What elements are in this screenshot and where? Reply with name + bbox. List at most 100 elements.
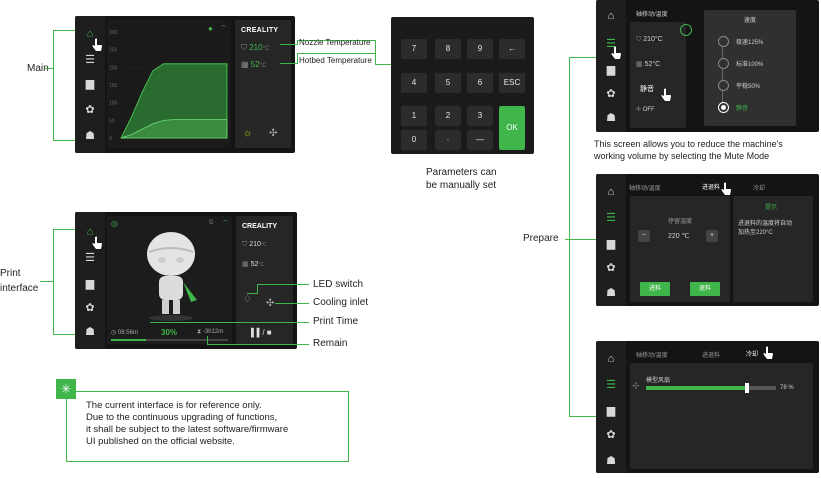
speed-radio-1[interactable]	[718, 58, 729, 69]
prepare-icon[interactable]: ☰	[83, 252, 97, 264]
folder-icon[interactable]: ▆	[604, 238, 618, 250]
speed-option-label-1: 标准100%	[736, 62, 764, 68]
prepare-label: Prepare	[523, 233, 559, 244]
fan-value: 78 %	[780, 385, 794, 391]
speed-option-label-3: 静音	[736, 106, 749, 112]
tab-axis-temp[interactable]: 轴移动/温度	[629, 183, 661, 192]
print-label-2: interface	[0, 283, 39, 294]
speed-radio-2[interactable]	[718, 80, 729, 91]
temp-value[interactable]: 220 ℃	[668, 232, 690, 240]
refresh-icon[interactable]: ◎	[111, 219, 118, 228]
prepare-icon[interactable]: ☰	[604, 379, 618, 391]
mute-sidebar: ⌂ ☰ ▆ ✿ ☗	[596, 0, 626, 132]
temperature-chart: 300 250 200 150 100 50 0	[109, 30, 228, 142]
bulb-icon: ●	[208, 24, 213, 33]
bed-temp-print[interactable]: ▦ 52°C	[242, 260, 264, 268]
pause-stop-button[interactable]: ▌▌/ ■	[251, 328, 272, 337]
temp-plus-button[interactable]: +	[706, 230, 718, 242]
folder-icon[interactable]: ▆	[83, 78, 97, 90]
params-label-1: Parameters can	[426, 167, 497, 178]
mute-left-panel: ⛉ 210°C ▦ 52°C 静音 ✣ OFF	[630, 22, 686, 128]
cool-sidebar: ⌂ ☰ ▆ ✿ ☗	[596, 341, 626, 473]
settings-icon[interactable]: ✿	[83, 302, 97, 314]
key-9[interactable]: 9	[467, 39, 493, 59]
key-6[interactable]: 6	[467, 73, 493, 93]
bed-temp-main[interactable]: ▦ 52°C	[241, 60, 266, 69]
mute-screen: ⌂ ☰ ▆ ✿ ☗ 轴移动/温度 ⛉ 210°C ▦ 52°C 静音 ✣ OFF…	[596, 0, 819, 132]
user-icon[interactable]: ☗	[604, 112, 618, 124]
cooling-fan-icon[interactable]: ✣	[266, 298, 274, 309]
settings-icon[interactable]: ✿	[83, 104, 97, 116]
key-4[interactable]: 4	[401, 73, 427, 93]
key-0[interactable]: 0	[401, 130, 427, 150]
bed-mute-value: 52°C	[644, 61, 661, 68]
fan-off-toggle[interactable]: ✣ OFF	[636, 106, 655, 113]
led-switch-icon[interactable]: ♢	[243, 294, 252, 305]
key-minus[interactable]: —	[467, 130, 493, 150]
key-8[interactable]: 8	[435, 39, 461, 59]
user-icon[interactable]: ☗	[604, 287, 618, 299]
mute-mode-button[interactable]: 静音	[640, 84, 654, 94]
y-tick-label: 50	[109, 118, 115, 124]
remain-time: ⧗ -3h12m	[197, 329, 223, 336]
user-icon[interactable]: ☗	[83, 326, 97, 338]
key-1[interactable]: 1	[401, 106, 427, 126]
key-backspace[interactable]: ←	[499, 39, 525, 59]
toggle-knob[interactable]	[680, 24, 692, 36]
print-time-label: Print Time	[313, 316, 359, 327]
params-label-2: be manually set	[426, 180, 497, 191]
info-panel: CREALITY ⛉ 210°C ▦ 52°C ☼ ✣	[235, 20, 291, 148]
feed-out-button[interactable]: 退料	[690, 282, 720, 296]
tab-axis-temp[interactable]: 轴移动/温度	[636, 9, 668, 18]
bed-temp-mute[interactable]: ▦ 52°C	[636, 60, 660, 68]
ok-key[interactable]: OK	[499, 106, 525, 150]
fan-slider-track[interactable]	[646, 383, 776, 393]
note-line-4: UI published on the official website.	[86, 436, 235, 447]
nozzle-temp-print[interactable]: ⛉ 210°C	[242, 241, 267, 249]
user-icon[interactable]: ☗	[604, 455, 618, 467]
mute-caption-2: working volume by selecting the Mute Mod…	[594, 151, 770, 161]
nozzle-temp-value: 210	[249, 43, 263, 52]
fan-icon[interactable]: ✣	[269, 128, 277, 139]
print-sidebar: ⌂ ☰ ▆ ✿ ☗	[75, 212, 105, 349]
nozzle-temp-mute[interactable]: ⛉ 210°C	[636, 36, 663, 44]
key-5[interactable]: 5	[435, 73, 461, 93]
prepare-icon[interactable]: ☰	[83, 54, 97, 66]
speed-radio-0[interactable]	[718, 36, 729, 47]
key-2[interactable]: 2	[435, 106, 461, 126]
pointer-hand-icon	[763, 346, 773, 359]
folder-icon[interactable]: ▆	[83, 278, 97, 290]
folder-icon[interactable]: ▆	[604, 64, 618, 76]
bed-temp-value: 52	[250, 60, 260, 69]
temp-minus-button[interactable]: −	[638, 230, 650, 242]
home-icon[interactable]: ⌂	[604, 186, 618, 198]
fan-slider-thumb[interactable]	[745, 383, 750, 393]
nozzle-temp-main[interactable]: ⛉ 210°C	[241, 43, 269, 53]
prepare-icon[interactable]: ☰	[604, 212, 618, 224]
user-icon[interactable]: ☗	[83, 130, 97, 142]
home-icon[interactable]: ⌂	[604, 10, 618, 22]
key-3[interactable]: 3	[467, 106, 493, 126]
pointer-hand-icon	[92, 236, 102, 249]
tab-cool[interactable]: 冷却	[746, 349, 758, 358]
tab-feed[interactable]: 进退料	[702, 182, 720, 191]
key-7[interactable]: 7	[401, 39, 427, 59]
folder-icon[interactable]: ▆	[604, 405, 618, 417]
note-line-1: The current interface is for reference o…	[86, 400, 262, 411]
key-esc[interactable]: ESC	[499, 73, 525, 93]
elapsed-value: 08:56m	[117, 330, 138, 336]
tab-axis-temp[interactable]: 轴移动/温度	[636, 350, 668, 359]
key-dot[interactable]: ·	[435, 130, 461, 150]
tab-cool[interactable]: 冷却	[753, 183, 765, 192]
hotbed-temperature-label: Hotbed Temperature	[299, 56, 372, 65]
settings-icon[interactable]: ✿	[604, 88, 618, 100]
light-icon[interactable]: ☼	[243, 128, 252, 139]
settings-icon[interactable]: ✿	[604, 429, 618, 441]
settings-icon[interactable]: ✿	[604, 262, 618, 274]
bed-icon: ▦	[241, 60, 249, 69]
home-icon[interactable]: ⌂	[604, 353, 618, 365]
feed-in-button[interactable]: 进料	[640, 282, 670, 296]
tab-feed[interactable]: 进退料	[702, 350, 720, 359]
speed-radio-3[interactable]	[718, 102, 729, 113]
progress-fill	[111, 339, 147, 341]
